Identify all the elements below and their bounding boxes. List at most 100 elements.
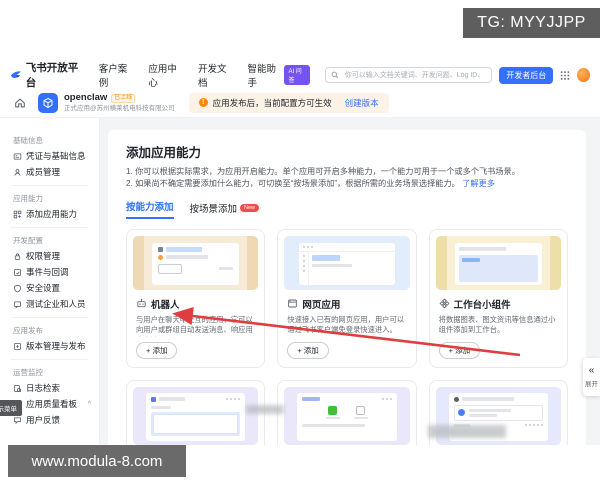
create-version-link[interactable]: 创建版本: [345, 97, 379, 109]
sidebar-item-label: 用户反馈: [26, 415, 61, 425]
notice-text: 应用发布后，当前配置方可生效: [212, 97, 332, 108]
add-bot-button[interactable]: + 添加: [136, 341, 178, 359]
sidebar-section-dev-config: 开发配置: [13, 236, 43, 245]
sidebar-item-label: 日志检索: [26, 383, 61, 393]
sidebar-item-log-search[interactable]: 日志检索: [0, 380, 99, 396]
card-desc: 与用户在聊天中交互的应用，它可以向用户或群组自动发送消息、响应用户的消...: [136, 314, 253, 337]
sidebar-item-members[interactable]: 成员管理: [0, 164, 99, 180]
app-status-badge: 已上线: [111, 94, 136, 103]
sidebar-item-security[interactable]: 安全设置: [0, 280, 99, 296]
sidebar-item-version-release[interactable]: 版本管理与发布: [0, 338, 99, 354]
sidebar-item-test-org[interactable]: 测试企业和人员: [0, 296, 99, 312]
card-workbench-widget: 工作台小组件 将数据图表、图文资讯等信息通过小组件添加到工作台。 + 添加: [428, 228, 568, 368]
tab-by-scenario-label: 按场景添加: [189, 203, 238, 215]
app-meta: openclaw 已上线 正式应用@苏州横莱机电科技有限公司: [64, 92, 175, 112]
content-area: 基础信息 凭证与基础信息 成员管理 应用能力 添加应用能力 开发配置 权限管理 …: [0, 118, 600, 445]
robot-icon: [137, 299, 146, 308]
description-line-2-text: 2. 如果尚不确定需要添加什么能力，可切换至“按场景添加”，根据所需的业务场景选…: [126, 179, 460, 189]
nav-item-assistant-label: 智能助手: [247, 64, 277, 89]
sidebar-item-label: 版本管理与发布: [26, 341, 86, 351]
workbench-widget-icon: [439, 298, 450, 309]
feedback-icon: [14, 417, 21, 424]
sidebar-item-label: 权限管理: [26, 251, 61, 261]
learn-more-link[interactable]: 了解更多: [462, 179, 495, 188]
description-line-2: 2. 如果尚不确定需要添加什么能力，可切换至“按场景添加”，根据所需的业务场景选…: [126, 178, 568, 190]
expand-label: 展开: [585, 381, 598, 388]
description-line-1: 1. 你可以根据实际需求，为应用开启能力。单个应用可开启多种能力，一个能力可用于…: [126, 167, 520, 176]
docs-widget-preview: [133, 386, 259, 445]
members-icon: [14, 168, 21, 176]
main-panel: 添加应用能力 1. 你可以根据实际需求，为应用开启能力。单个应用可开启多种能力，…: [108, 130, 586, 445]
add-workbench-widget-button[interactable]: + 添加: [438, 341, 481, 359]
page-title: 添加应用能力: [126, 146, 202, 160]
blurred-region: [246, 405, 284, 414]
sidebar-item-permissions[interactable]: 权限管理: [0, 248, 99, 264]
app-bar: openclaw 已上线 正式应用@苏州横莱机电科技有限公司 ! 应用发布后，当…: [0, 88, 600, 118]
sidebar-item-add-capability[interactable]: 添加应用能力: [0, 206, 99, 222]
brand[interactable]: 飞书开放平台: [10, 60, 83, 90]
add-capability-icon: [13, 210, 22, 218]
card-title: 工作台小组件: [453, 299, 511, 311]
app-icon[interactable]: [38, 92, 58, 113]
workbench-widget-preview: [435, 235, 561, 290]
ai-badge: AI 问答: [284, 65, 310, 85]
site-watermark: www.modula-8.com: [8, 445, 186, 477]
card-bot: 机器人 与用户在聊天中交互的应用，它可以向用户或群组自动发送消息、响应用户的消.…: [126, 228, 266, 368]
warning-icon: !: [198, 98, 208, 107]
apps-grid-icon[interactable]: [560, 70, 570, 81]
add-web-app-button[interactable]: + 添加: [287, 341, 329, 359]
user-avatar[interactable]: [577, 68, 590, 82]
top-navigation: 飞书开放平台 客户案例 应用中心 开发文档 智能助手 AI 问答 开发者后台: [0, 60, 600, 90]
sidebar-item-label: 凭证与基础信息: [26, 151, 86, 161]
cube-icon: [43, 97, 53, 108]
nav-item-app-center[interactable]: 应用中心: [148, 61, 183, 89]
permission-lock-icon: [14, 252, 21, 260]
publish-notice: ! 应用发布后，当前配置方可生效 创建版本: [188, 92, 389, 113]
card-docs-widget: 云文档小组件 可添加多个 在云文档中扩展内容或者添加快捷操作。: [126, 379, 266, 445]
tab-bar: 按能力添加 按场景添加 New: [126, 199, 568, 219]
nav-item-assistant[interactable]: 智能助手 AI 问答: [248, 61, 310, 89]
security-shield-icon: [14, 284, 21, 292]
sidebar-item-credentials[interactable]: 凭证与基础信息: [0, 148, 99, 164]
sidebar-divider: [11, 359, 88, 360]
sidebar-item-label: 安全设置: [26, 283, 61, 293]
web-app-preview: [284, 235, 410, 290]
search-input[interactable]: [342, 70, 487, 80]
test-org-icon: [13, 301, 22, 309]
tab-by-scenario[interactable]: 按场景添加 New: [190, 201, 260, 219]
feishu-logo-icon: [10, 70, 21, 78]
brand-name: 飞书开放平台: [25, 62, 79, 89]
sidebar-section-release: 应用发布: [13, 326, 43, 335]
developer-console-button[interactable]: 开发者后台: [499, 66, 554, 84]
nav-item-cases[interactable]: 客户案例: [99, 61, 134, 89]
sidebar-item-label: 事件与回调: [26, 267, 69, 277]
sidebar-divider: [11, 317, 88, 318]
sidebar-section-monitoring: 运营监控: [13, 368, 43, 377]
card-title: 机器人: [151, 299, 180, 311]
card-desc: 快速接入已有的网页应用，用户可以通过飞书客户端免登录快速进入。: [287, 314, 405, 335]
show-menu-tooltip: 显示菜单: [0, 400, 22, 416]
expand-panel-tab[interactable]: « 展开: [583, 358, 600, 396]
search-icon: [331, 71, 338, 79]
telegram-watermark: TG: MYYJJPP: [463, 8, 600, 38]
tab-by-capability[interactable]: 按能力添加: [126, 199, 174, 219]
sidebar-item-label: 应用质量看板: [26, 399, 78, 409]
sidebar-item-events[interactable]: 事件与回调: [0, 264, 99, 280]
blurred-region: [428, 425, 506, 438]
web-app-icon: [288, 299, 298, 308]
nav-item-docs[interactable]: 开发文档: [198, 61, 233, 89]
home-icon[interactable]: [14, 97, 26, 109]
sidebar-item-label: 测试企业和人员: [26, 299, 86, 309]
card-desc: 将数据图表、图文资讯等信息通过小组件添加到工作台。: [438, 314, 556, 335]
sidebar-section-capability: 应用能力: [13, 194, 43, 203]
version-release-icon: [14, 342, 21, 350]
page-description: 1. 你可以根据实际需求，为应用开启能力。单个应用可开启多种能力，一个能力可用于…: [126, 166, 568, 191]
sidebar: 基础信息 凭证与基础信息 成员管理 应用能力 添加应用能力 开发配置 权限管理 …: [0, 118, 100, 445]
chevron-up-icon[interactable]: ^: [88, 401, 91, 408]
card-web-app: 网页应用 快速接入已有的网页应用，用户可以通过飞书客户端免登录快速进入。 + 添…: [277, 228, 417, 368]
search-box[interactable]: [324, 67, 493, 83]
card-title: 网页应用: [302, 299, 341, 311]
sidebar-section-basic: 基础信息: [13, 136, 43, 145]
base-plugin-preview: [284, 386, 410, 445]
screenshot-root: TG: MYYJJPP www.modula-8.com 飞书开放平台 客户案例…: [0, 0, 600, 480]
